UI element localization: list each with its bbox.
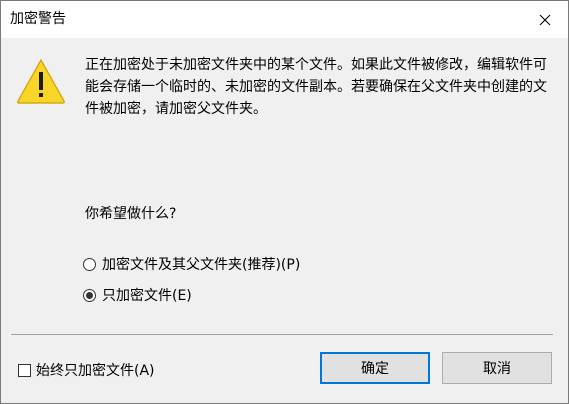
ok-button[interactable]: 确定 xyxy=(320,352,430,384)
close-icon xyxy=(539,14,551,25)
radio-label: 只加密文件(E) xyxy=(102,288,192,304)
checkbox-box[interactable] xyxy=(18,363,31,377)
warning-message: 正在加密处于未加密文件夹中的某个文件。如果此文件被修改，编辑软件可能会存储一个临… xyxy=(85,57,547,117)
always-encrypt-file-only-checkbox[interactable]: 始终只加密文件(A) xyxy=(18,360,155,380)
radio-encrypt-file-and-parent[interactable]: 加密文件及其父文件夹(推荐)(P) xyxy=(83,253,300,275)
dialog-content: 正在加密处于未加密文件夹中的某个文件。如果此文件被修改，编辑软件可能会存储一个临… xyxy=(1,38,568,403)
radio-label: 加密文件及其父文件夹(推荐)(P) xyxy=(102,257,301,273)
cancel-button[interactable]: 取消 xyxy=(442,352,552,384)
title-bar: 加密警告 xyxy=(1,1,568,38)
separator-line xyxy=(11,334,553,335)
radio-encrypt-file-only[interactable]: 只加密文件(E) xyxy=(83,284,192,306)
window-title: 加密警告 xyxy=(10,11,66,27)
question-label: 你希望做什么? xyxy=(85,206,177,222)
radio-button-unchecked[interactable] xyxy=(83,257,96,271)
dialog-window: 加密警告 正在加密处于未加密文件夹中的某个文件。如果此文件被修改，编辑软件可能会… xyxy=(0,0,569,404)
checkbox-label: 始终只加密文件(A) xyxy=(36,363,155,379)
warning-icon xyxy=(17,58,65,104)
close-button[interactable] xyxy=(522,1,568,38)
radio-button-checked[interactable] xyxy=(83,288,96,302)
